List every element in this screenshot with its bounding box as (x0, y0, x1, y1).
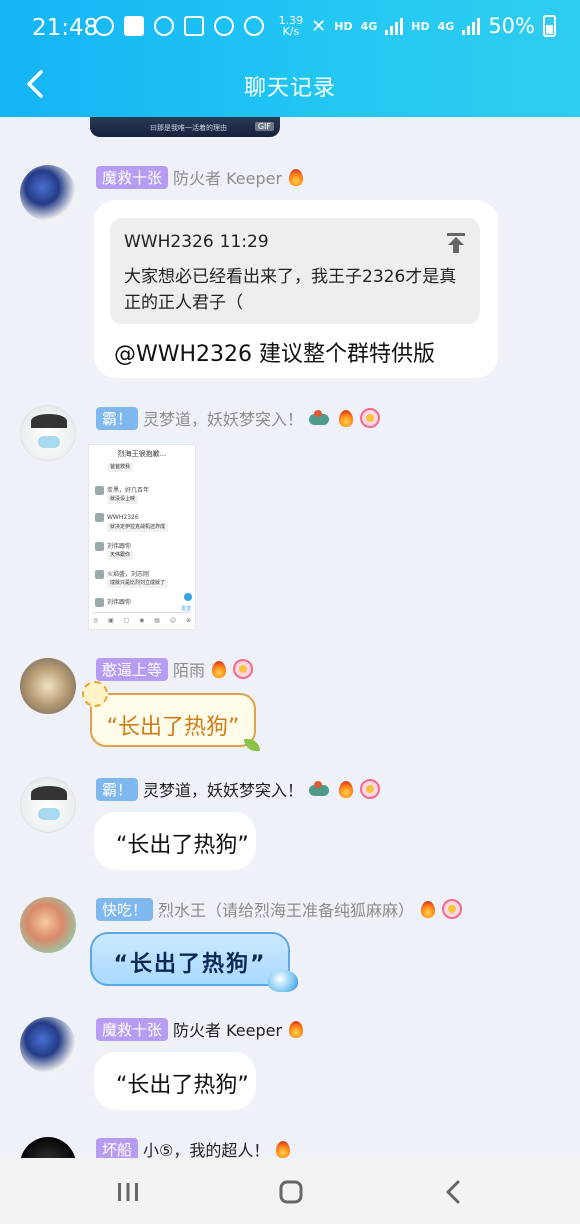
quoted-message[interactable]: WWH2326 11:29 大家想必已经看出来了，我王子2326才是真正的正人君子… (110, 218, 480, 324)
gif-image[interactable]: 曰那是我唯一活着的理由 GIF (90, 117, 280, 137)
fire-icon (337, 408, 355, 428)
system-navigation-bar (0, 1158, 580, 1224)
sender-row: 憨逼上等 陌雨 (96, 657, 254, 681)
message-text: @WWH2326 建议整个群特供版 (114, 342, 436, 367)
message-text: “长出了热狗” (116, 1073, 249, 1098)
quote-time: 11:29 (219, 232, 269, 252)
member-tag: 魔救十张 (96, 1017, 169, 1041)
fire-icon (287, 167, 305, 187)
badge-icon (442, 899, 463, 919)
avatar[interactable] (20, 658, 76, 714)
sender-name[interactable]: 烈水王（请给烈海王准备纯狐麻麻） (158, 897, 414, 921)
sender-row: 快吃！ 烈水王（请给烈海王准备纯狐麻麻） (96, 897, 463, 921)
avatar[interactable] (20, 165, 76, 221)
recent-apps-icon (118, 1183, 138, 1201)
message-bubble[interactable]: “长出了热狗” (94, 1052, 256, 1110)
app-notification-icon (154, 16, 174, 36)
sender-row: 魔救十张 防火者 Keeper (96, 165, 305, 189)
sender-name[interactable]: 灵梦道，妖妖梦突入！ (143, 406, 303, 430)
fire-icon (210, 659, 228, 679)
fire-icon (337, 779, 355, 799)
avatar[interactable] (20, 405, 76, 461)
mini-input: 发送 (93, 605, 191, 613)
page-title: 聊天记录 (243, 76, 336, 101)
mini-title: 烈海王很抱歉... (117, 450, 167, 458)
key-icon (244, 16, 264, 36)
message-bubble[interactable]: “长出了热狗” (82, 681, 260, 751)
check-notification-icon (124, 16, 144, 36)
sender-row: 魔救十张 防火者 Keeper (96, 1017, 305, 1041)
sender-row: 霸！ 灵梦道，妖妖梦突入！ (96, 406, 381, 430)
mute-icon: ✕ (311, 15, 327, 37)
quote-meta: WWH2326 11:29 (124, 232, 269, 252)
sun-icon (82, 681, 108, 707)
avatar[interactable] (20, 1017, 76, 1073)
badge-icon (360, 408, 381, 428)
message-text: “长出了热狗” (113, 952, 267, 977)
title-bar: 聊天记录 (0, 56, 580, 117)
app-notification-icon (94, 16, 114, 36)
home-icon (279, 1180, 303, 1204)
battery-icon (543, 15, 556, 37)
signal-icon (385, 17, 404, 35)
message-bubble[interactable]: “长出了热狗” (94, 812, 256, 870)
recent-apps-button[interactable] (108, 1176, 148, 1208)
send-icon (184, 593, 192, 601)
fire-icon (419, 899, 437, 919)
avatar-notification-icon (214, 16, 234, 36)
member-tag: 憨逼上等 (96, 657, 169, 681)
image-notification-icon (184, 16, 204, 36)
member-tag: 快吃！ (96, 897, 154, 921)
message-text: “长出了热狗” (116, 833, 249, 858)
battery-percent: 50% (488, 14, 535, 38)
sender-name[interactable]: 防火者 Keeper (173, 1017, 282, 1041)
dragon-icon (308, 408, 332, 428)
member-tag: 魔救十张 (96, 165, 169, 189)
fire-icon (287, 1019, 305, 1039)
status-bar: 21:48 1.39 K/s ✕ HD 4G HD 4G 50% (0, 0, 580, 56)
sender-name[interactable]: 陌雨 (173, 657, 205, 681)
avatar[interactable] (20, 897, 76, 953)
home-button[interactable] (271, 1176, 311, 1208)
message-bubble[interactable]: WWH2326 11:29 大家想必已经看出来了，我王子2326才是真正的正人君子… (94, 200, 498, 378)
system-back-button[interactable] (434, 1176, 474, 1208)
message-text: “长出了热狗” (106, 715, 240, 740)
fire-icon (274, 1139, 292, 1159)
sender-name[interactable]: 灵梦道，妖妖梦突入！ (143, 777, 303, 801)
back-icon (446, 1180, 460, 1204)
badge-icon (233, 659, 254, 679)
image-message[interactable]: 烈海王很抱歉... 爸爸救我 炭黑，好几百年 就没设上映 WWH2326 就决定… (88, 444, 196, 630)
sender-row: 霸！ 灵梦道，妖妖梦突入！ (96, 777, 381, 801)
badge-icon (360, 779, 381, 799)
avatar[interactable] (20, 777, 76, 833)
status-time: 21:48 (32, 15, 99, 41)
system-indicators: 1.39 K/s ✕ HD 4G HD 4G 50% (279, 14, 556, 38)
notification-icons (94, 16, 264, 36)
quote-text: 大家想必已经看出来了，我王子2326才是真正的正人君子（ (124, 267, 457, 313)
network-speed: 1.39 K/s (278, 14, 304, 38)
member-tag: 霸！ (96, 777, 139, 801)
member-tag: 霸！ (96, 406, 139, 430)
gif-badge: GIF (254, 122, 274, 131)
jump-to-top-icon[interactable] (446, 232, 466, 254)
quote-author: WWH2326 (124, 232, 214, 252)
leaf-icon (244, 739, 260, 751)
message-bubble[interactable]: “长出了热狗” (90, 932, 298, 992)
sender-name[interactable]: 防火者 Keeper (173, 165, 282, 189)
app-header: 21:48 1.39 K/s ✕ HD 4G HD 4G 50% 聊天记录 (0, 0, 580, 117)
mini-toolbar: ◎ ▣ ▢ ◉ ▤ ☺ ⊕ (93, 617, 191, 624)
dragon-icon (308, 779, 332, 799)
gif-caption: 曰那是我唯一活着的理由 (150, 124, 227, 132)
signal-icon (462, 17, 481, 35)
wave-icon (268, 970, 298, 992)
